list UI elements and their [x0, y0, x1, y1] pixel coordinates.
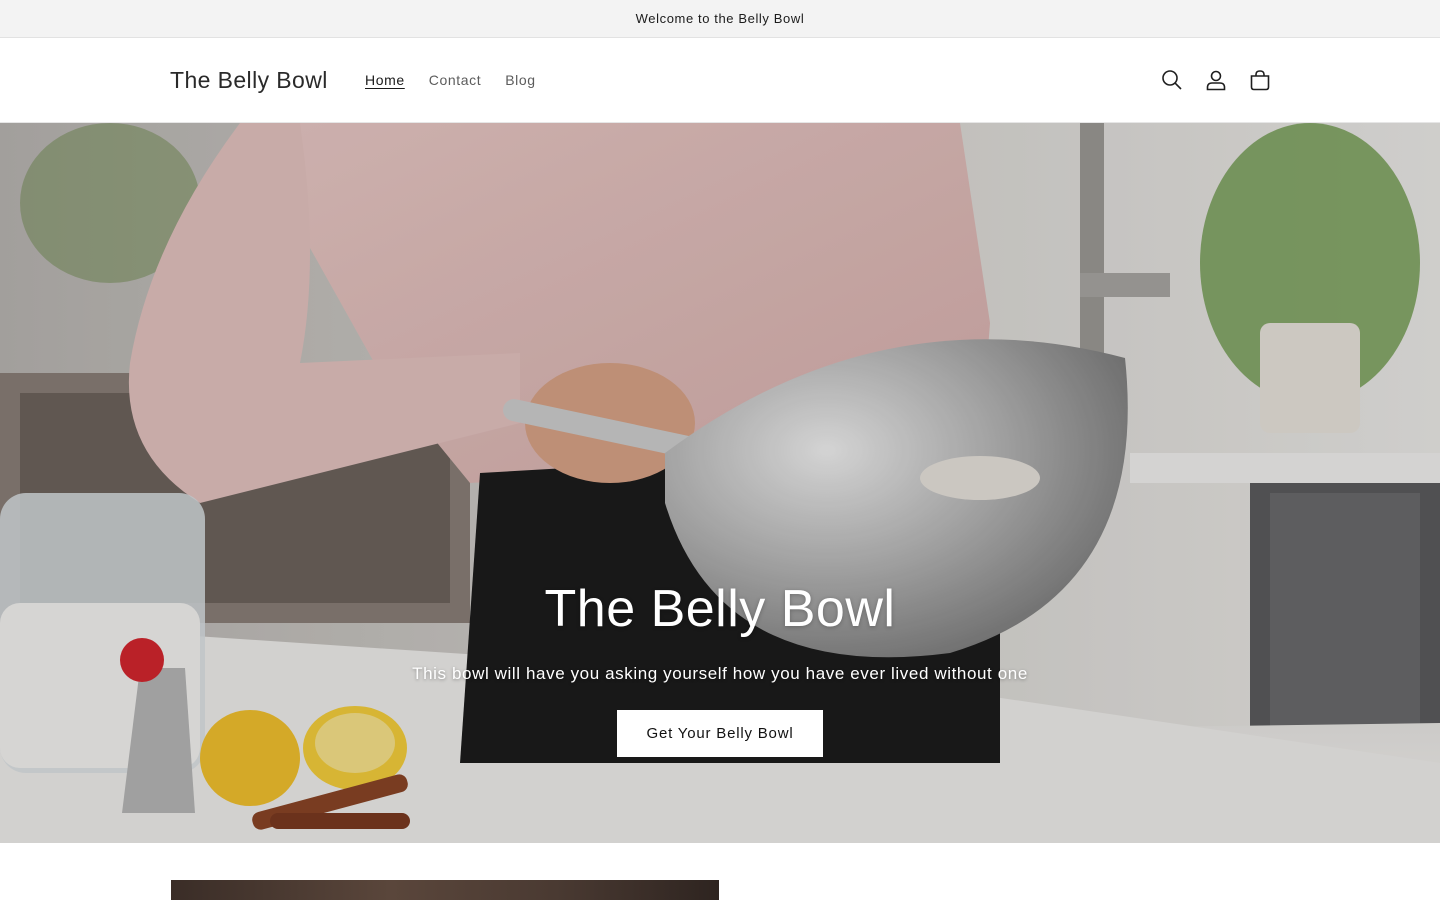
search-button[interactable]	[1150, 58, 1194, 102]
store-logo[interactable]: The Belly Bowl	[170, 64, 328, 96]
account-button[interactable]	[1194, 58, 1238, 102]
site-header: The Belly Bowl Home Contact Blog	[0, 38, 1440, 123]
header-icons	[1150, 58, 1282, 102]
hero-banner: The Belly Bowl This bowl will have you a…	[0, 123, 1440, 843]
cart-icon	[1250, 70, 1270, 91]
hero-subtitle: This bowl will have you asking yourself …	[412, 664, 1028, 683]
search-icon	[1162, 70, 1182, 90]
nav-contact[interactable]: Contact	[417, 67, 493, 93]
announcement-text: Welcome to the Belly Bowl	[635, 11, 805, 26]
nav-home[interactable]: Home	[353, 67, 417, 93]
next-section-image	[171, 880, 719, 900]
account-icon	[1206, 70, 1226, 91]
main-nav: Home Contact Blog	[353, 67, 548, 93]
nav-blog[interactable]: Blog	[493, 67, 547, 93]
cart-button[interactable]	[1238, 58, 1282, 102]
hero-title: The Belly Bowl	[544, 580, 896, 638]
announcement-bar: Welcome to the Belly Bowl	[0, 0, 1440, 38]
hero-content: The Belly Bowl This bowl will have you a…	[320, 578, 1120, 757]
get-belly-bowl-button[interactable]: Get Your Belly Bowl	[616, 710, 824, 757]
